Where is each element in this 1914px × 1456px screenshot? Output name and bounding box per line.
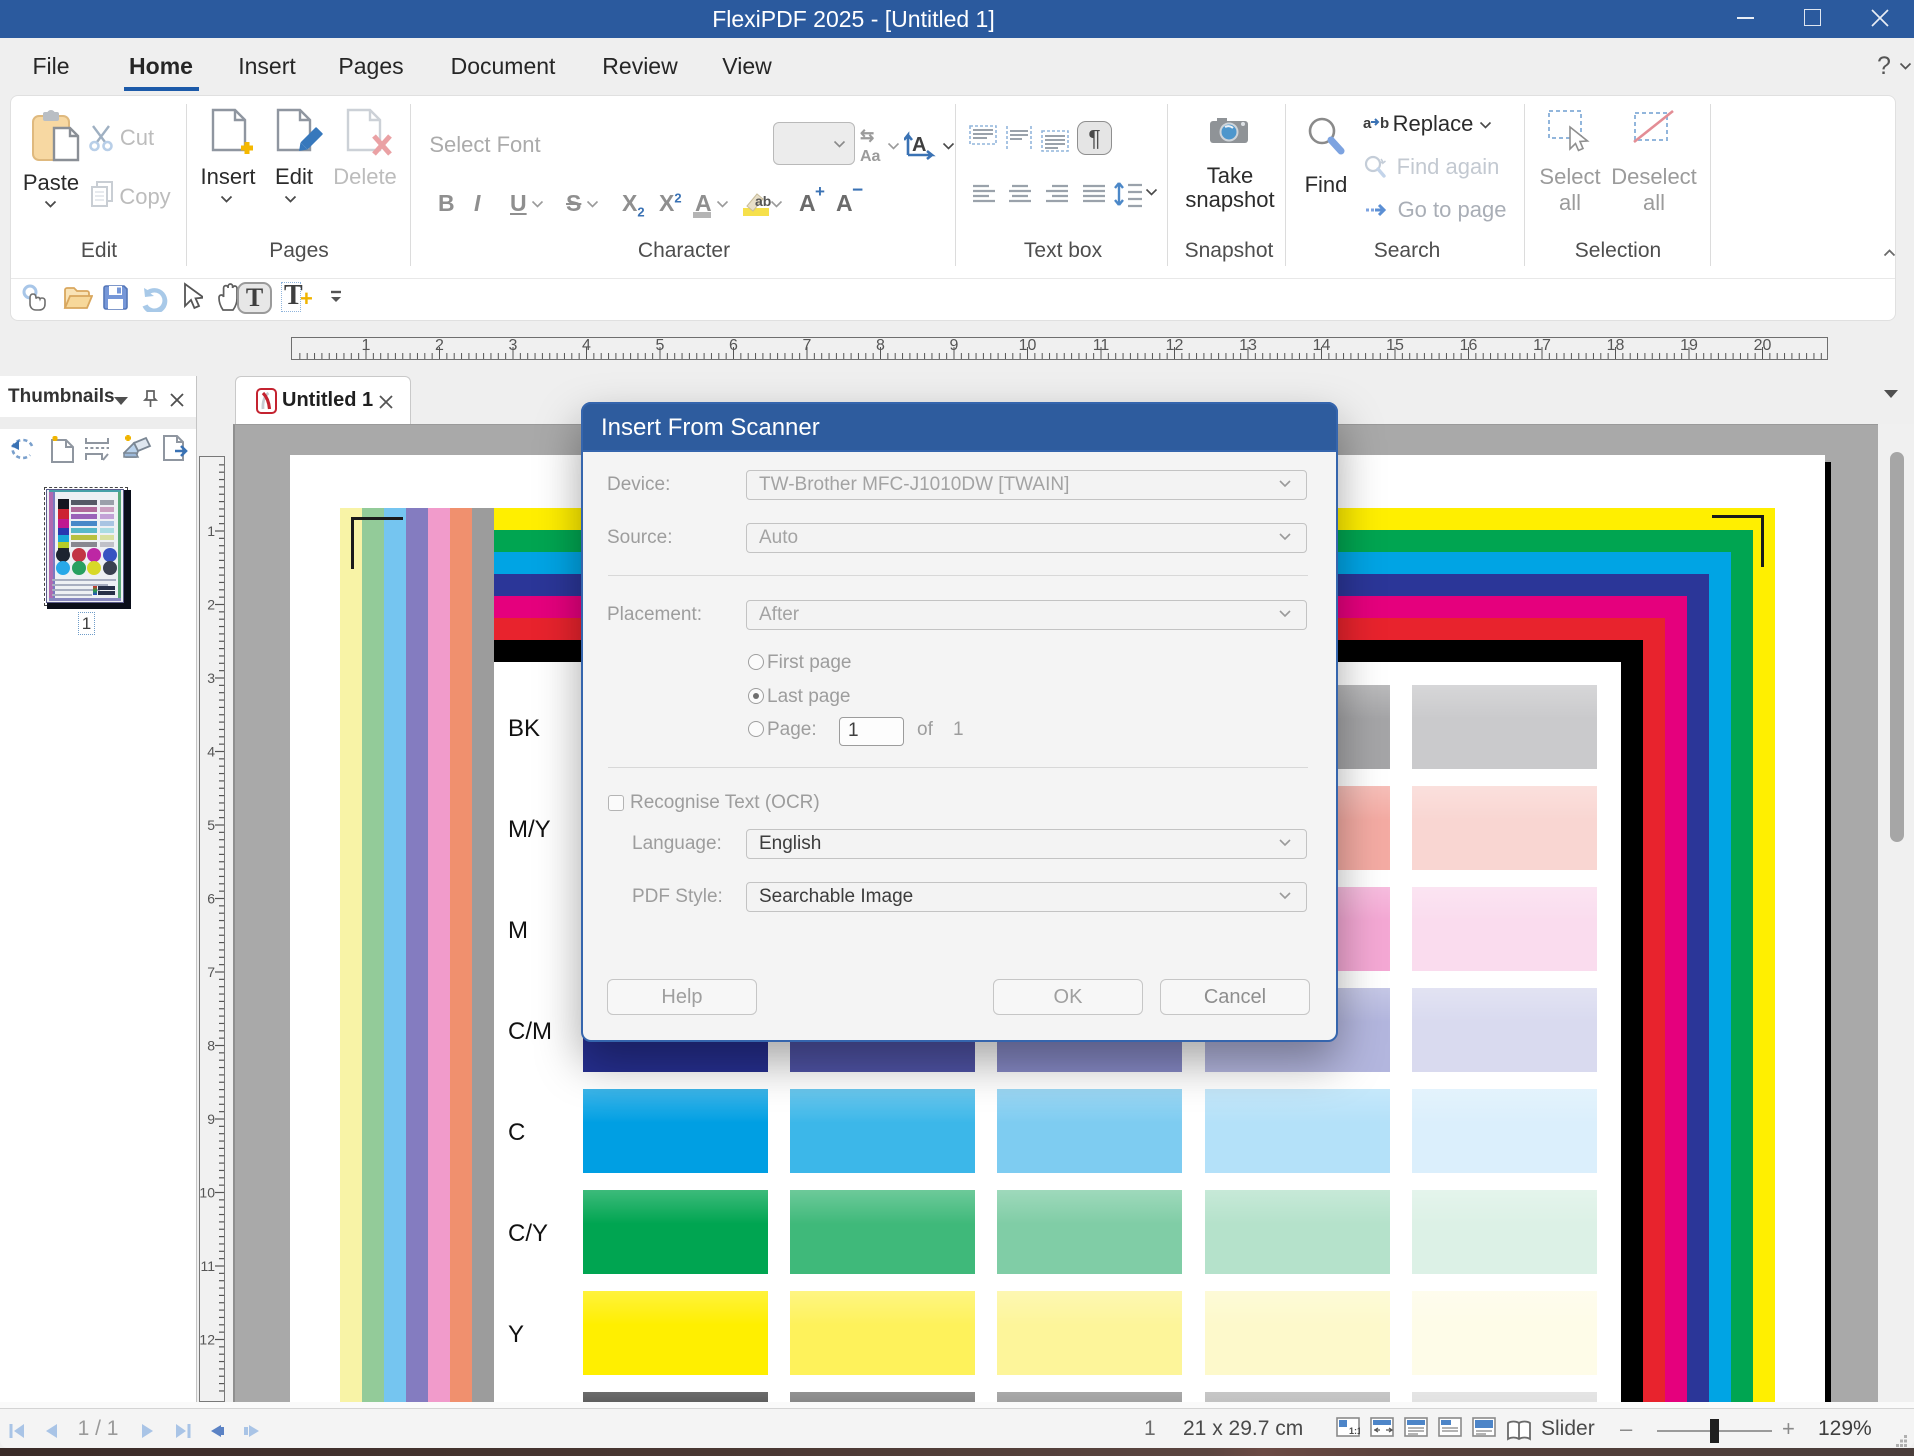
svg-text:A: A xyxy=(912,134,926,156)
svg-text:3: 3 xyxy=(207,670,215,686)
svg-text:5: 5 xyxy=(656,338,665,354)
svg-text:1: 1 xyxy=(362,338,371,354)
svg-text:10: 10 xyxy=(1019,338,1037,354)
svg-text:4: 4 xyxy=(207,744,215,760)
svg-text:1: 1 xyxy=(207,523,215,539)
svg-text:4: 4 xyxy=(582,338,591,354)
svg-text:18: 18 xyxy=(1607,338,1625,354)
svg-text:7: 7 xyxy=(803,338,812,354)
svg-text:15: 15 xyxy=(1386,338,1404,354)
svg-text:17: 17 xyxy=(1533,338,1551,354)
svg-text:9: 9 xyxy=(207,1111,215,1127)
svg-text:12: 12 xyxy=(1166,338,1184,354)
svg-text:6: 6 xyxy=(207,891,215,907)
svg-text:8: 8 xyxy=(876,338,885,354)
svg-text:3: 3 xyxy=(509,338,518,354)
svg-text:10: 10 xyxy=(200,1185,215,1201)
svg-text:1:1: 1:1 xyxy=(1349,1426,1360,1436)
svg-text:2: 2 xyxy=(207,597,215,613)
svg-text:11: 11 xyxy=(200,1258,215,1274)
svg-text:19: 19 xyxy=(1680,338,1698,354)
svg-text:13: 13 xyxy=(1239,338,1257,354)
svg-text:12: 12 xyxy=(200,1332,215,1348)
svg-text:5: 5 xyxy=(207,817,215,833)
svg-text:14: 14 xyxy=(1313,338,1331,354)
svg-text:11: 11 xyxy=(1093,338,1110,354)
svg-text:b: b xyxy=(1380,115,1389,132)
svg-text:9: 9 xyxy=(950,338,959,354)
svg-text:a: a xyxy=(1363,115,1372,132)
svg-text:2: 2 xyxy=(435,338,444,354)
svg-text:6: 6 xyxy=(729,338,738,354)
svg-text:7: 7 xyxy=(207,964,215,980)
svg-text:ab: ab xyxy=(755,193,771,209)
svg-text:20: 20 xyxy=(1754,338,1772,354)
svg-text:16: 16 xyxy=(1460,338,1478,354)
svg-text:8: 8 xyxy=(207,1038,215,1054)
